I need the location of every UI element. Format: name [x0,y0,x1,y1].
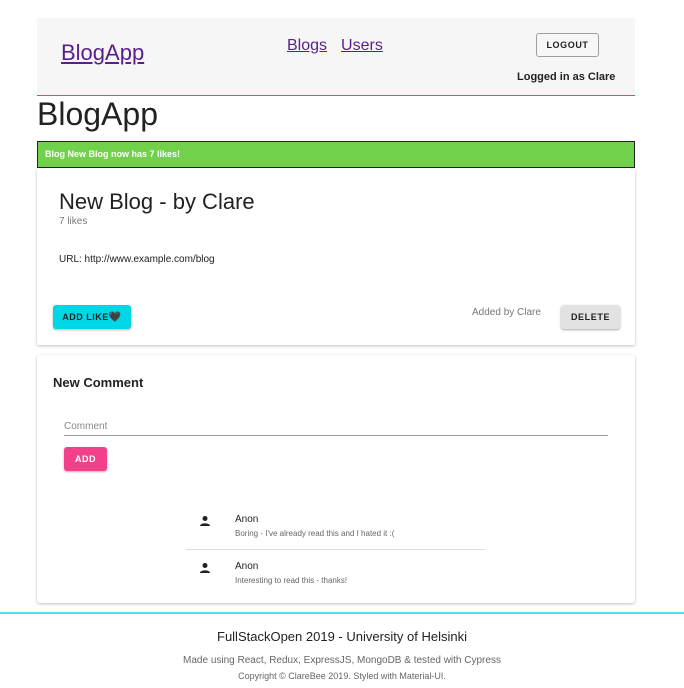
blog-likes: 7 likes [59,216,88,227]
footer-copyright: Copyright © ClareBee 2019. Styled with M… [238,671,446,681]
comment-card: New Comment ADD Anon Boring - I've alrea… [37,355,635,603]
notification-banner: Blog New Blog now has 7 likes! [37,141,635,168]
comment-text: Interesting to read this - thanks! [235,576,348,585]
blog-url: URL: http://www.example.com/blog [59,254,215,265]
nav-link-blogs[interactable]: Blogs [287,37,327,55]
new-comment-heading: New Comment [53,375,144,390]
comment-author: Anon [235,561,259,572]
footer-made-with: Made using React, Redux, ExpressJS, Mong… [183,655,501,666]
comment-author: Anon [235,514,259,525]
comment-text: Boring - I've already read this and I ha… [235,529,395,538]
black-heart-icon: 🖤 [108,311,122,323]
logout-button[interactable]: LOGOUT [536,33,599,57]
person-icon [200,516,210,526]
comment-list: Anon Boring - I've already read this and… [186,503,485,597]
app-header: BlogApp Blogs Users LOGOUT Logged in as … [37,18,635,96]
add-like-label: ADD LIKE [62,311,109,322]
add-like-button[interactable]: ADD LIKE🖤 [53,305,131,329]
main-nav: Blogs Users [287,37,383,55]
add-comment-button[interactable]: ADD [64,447,107,471]
delete-button[interactable]: DELETE [561,305,620,329]
comment-item: Anon Boring - I've already read this and… [186,503,485,550]
brand-link[interactable]: BlogApp [61,40,144,66]
footer-divider [0,612,684,614]
comment-input[interactable] [64,417,608,436]
person-icon [200,563,210,573]
comment-item: Anon Interesting to read this - thanks! [186,550,485,597]
nav-link-users[interactable]: Users [341,37,383,55]
logged-in-status: Logged in as Clare [517,71,616,83]
blog-card: New Blog - by Clare 7 likes URL: http://… [37,168,635,345]
added-by-text: Added by Clare [472,307,541,318]
page-title: BlogApp [37,96,158,132]
blog-title: New Blog - by Clare [59,189,255,214]
footer-title: FullStackOpen 2019 - University of Helsi… [217,629,467,644]
